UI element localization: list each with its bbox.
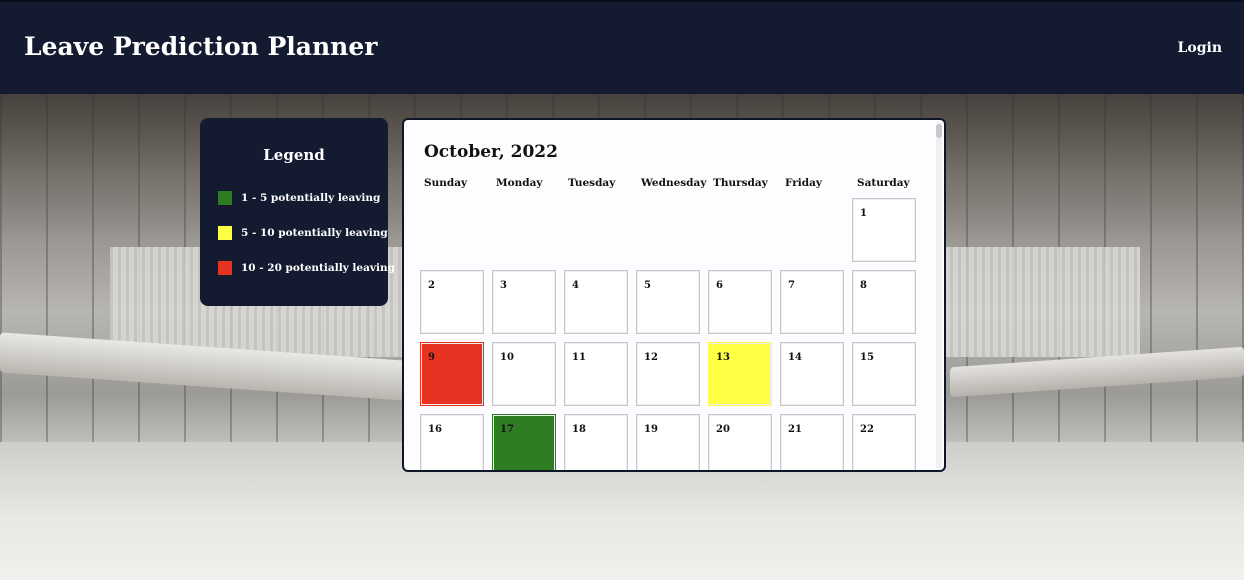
red-swatch <box>218 261 232 275</box>
legend-panel: Legend 1 - 5 potentially leaving 5 - 10 … <box>200 118 395 306</box>
scrollbar-thumb[interactable] <box>936 124 942 138</box>
day-number: 7 <box>788 280 795 291</box>
legend-label: 1 - 5 potentially leaving <box>241 192 381 204</box>
weekday-header: Tuesday <box>568 177 616 189</box>
calendar-day-cell[interactable]: 21 <box>780 414 844 470</box>
day-number: 19 <box>644 424 658 435</box>
calendar-day-cell[interactable]: 8 <box>852 270 916 334</box>
app-title: Leave Prediction Planner <box>24 32 378 61</box>
day-number: 21 <box>788 424 802 435</box>
calendar-day-cell[interactable]: 5 <box>636 270 700 334</box>
login-link[interactable]: Login <box>1178 40 1222 56</box>
calendar-day-cell[interactable]: 17 <box>492 414 556 470</box>
yellow-swatch <box>218 226 232 240</box>
legend-item-medium: 5 - 10 potentially leaving <box>218 226 388 240</box>
legend-title: Legend <box>263 146 325 164</box>
day-number: 17 <box>500 424 514 435</box>
calendar-day-cell[interactable]: 18 <box>564 414 628 470</box>
calendar-day-cell[interactable]: 15 <box>852 342 916 406</box>
weekday-header: Thursday <box>713 177 768 189</box>
day-number: 20 <box>716 424 730 435</box>
day-number: 5 <box>644 280 651 291</box>
day-number: 11 <box>572 352 586 363</box>
day-number: 10 <box>500 352 514 363</box>
calendar-day-cell[interactable]: 4 <box>564 270 628 334</box>
weekday-header: Wednesday <box>641 177 707 189</box>
day-number: 4 <box>572 280 579 291</box>
day-number: 1 <box>860 208 867 219</box>
calendar-day-cell[interactable]: 19 <box>636 414 700 470</box>
top-navbar: Leave Prediction Planner Login <box>0 0 1244 94</box>
day-number: 18 <box>572 424 586 435</box>
calendar-day-cell[interactable]: 6 <box>708 270 772 334</box>
day-number: 14 <box>788 352 802 363</box>
calendar-day-cell[interactable]: 10 <box>492 342 556 406</box>
calendar-day-cell[interactable]: 20 <box>708 414 772 470</box>
day-number: 12 <box>644 352 658 363</box>
day-number: 22 <box>860 424 874 435</box>
day-number: 16 <box>428 424 442 435</box>
calendar-day-cell[interactable]: 12 <box>636 342 700 406</box>
calendar-day-cell[interactable]: 9 <box>420 342 484 406</box>
calendar-day-cell[interactable]: 11 <box>564 342 628 406</box>
day-number: 3 <box>500 280 507 291</box>
legend-label: 10 - 20 potentially leaving <box>241 262 395 274</box>
weekday-header: Monday <box>496 177 543 189</box>
calendar-day-cell[interactable]: 2 <box>420 270 484 334</box>
day-number: 9 <box>428 352 435 363</box>
weekday-header: Friday <box>785 177 823 189</box>
legend-item-high: 10 - 20 potentially leaving <box>218 261 395 275</box>
day-number: 6 <box>716 280 723 291</box>
weekday-header: Sunday <box>424 177 468 189</box>
calendar-day-cell[interactable]: 14 <box>780 342 844 406</box>
calendar-month-title: October, 2022 <box>424 142 558 162</box>
calendar-day-cell[interactable]: 7 <box>780 270 844 334</box>
weekday-header: Saturday <box>857 177 910 189</box>
calendar-day-cell[interactable]: 16 <box>420 414 484 470</box>
calendar-scrollbar[interactable] <box>936 122 942 468</box>
calendar-day-cell[interactable]: 22 <box>852 414 916 470</box>
legend-item-low: 1 - 5 potentially leaving <box>218 191 380 205</box>
day-number: 13 <box>716 352 730 363</box>
calendar-day-cell[interactable]: 3 <box>492 270 556 334</box>
calendar-panel: October, 2022 Sunday Monday Tuesday Wedn… <box>402 118 946 472</box>
day-number: 2 <box>428 280 435 291</box>
green-swatch <box>218 191 232 205</box>
calendar-day-cell[interactable]: 1 <box>852 198 916 262</box>
day-number: 15 <box>860 352 874 363</box>
legend-label: 5 - 10 potentially leaving <box>241 227 388 239</box>
calendar-day-cell[interactable]: 13 <box>708 342 772 406</box>
day-number: 8 <box>860 280 867 291</box>
